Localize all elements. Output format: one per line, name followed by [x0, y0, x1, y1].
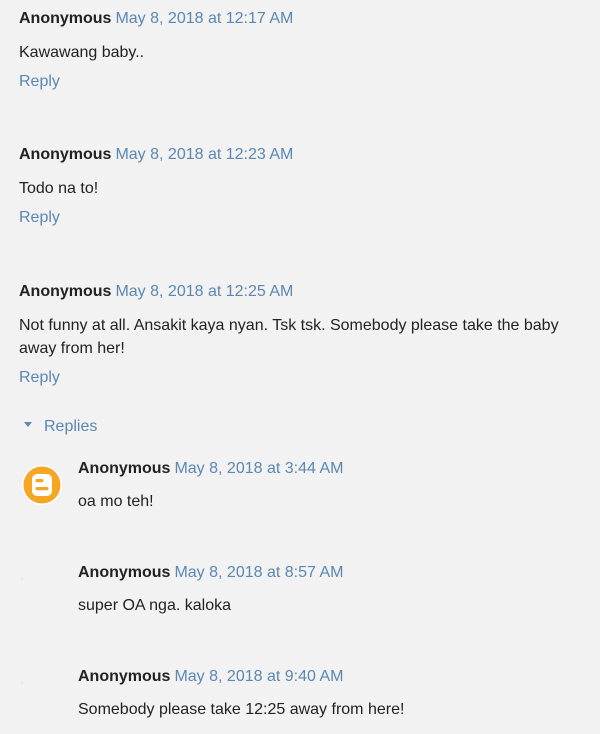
comment-text: Todo na to!: [19, 180, 99, 197]
comment-date-link[interactable]: May 8, 2018 at 12:17 AM: [115, 10, 293, 27]
comment-author[interactable]: Anonymous: [78, 460, 170, 477]
comment-author[interactable]: Anonymous: [78, 668, 170, 685]
caret-down-icon: [24, 422, 32, 428]
comment-date-link[interactable]: May 8, 2018 at 8:57 AM: [174, 564, 343, 581]
avatar-placeholder: [21, 682, 23, 684]
comment-text: oa mo teh!: [78, 493, 154, 510]
comment-header: Anonymous May 8, 2018 at 12:17 AM: [19, 7, 594, 31]
replies-toggle-label: Replies: [44, 418, 98, 435]
comment-text: Not funny at all. Ansakit kaya nyan. Tsk…: [19, 317, 559, 357]
reply-comment: Anonymous May 8, 2018 at 9:40 AM Somebody…: [78, 665, 588, 721]
reply-comment: Anonymous May 8, 2018 at 8:57 AM super OA…: [78, 561, 588, 617]
comment-text: super OA nga. kaloka: [78, 597, 231, 614]
comment-author[interactable]: Anonymous: [19, 10, 111, 27]
comment-header: Anonymous May 8, 2018 at 12:23 AM: [19, 143, 594, 167]
comment-date-link[interactable]: May 8, 2018 at 9:40 AM: [174, 668, 343, 685]
comment: Anonymous May 8, 2018 at 12:23 AM Todo na…: [19, 143, 594, 230]
reply-comment: Anonymous May 8, 2018 at 3:44 AM oa mo te…: [78, 457, 588, 513]
comment-date-link[interactable]: May 8, 2018 at 12:23 AM: [115, 146, 293, 163]
avatar-placeholder: [21, 578, 23, 580]
comment-text: Somebody please take 12:25 away from her…: [78, 701, 405, 718]
blogger-icon[interactable]: [21, 464, 63, 506]
comment-header: Anonymous May 8, 2018 at 12:25 AM: [19, 280, 594, 304]
comment-text: Kawawang baby..: [19, 44, 145, 61]
replies-toggle[interactable]: Replies: [24, 415, 97, 439]
reply-button[interactable]: Reply: [19, 70, 594, 94]
comment-header: Anonymous May 8, 2018 at 9:40 AM: [78, 665, 588, 689]
comment-author[interactable]: Anonymous: [78, 564, 170, 581]
comment-header: Anonymous May 8, 2018 at 8:57 AM: [78, 561, 588, 585]
comment-date-link[interactable]: May 8, 2018 at 3:44 AM: [174, 460, 343, 477]
comment: Anonymous May 8, 2018 at 12:17 AM Kawawan…: [19, 7, 594, 94]
comment-author[interactable]: Anonymous: [19, 146, 111, 163]
comment: Anonymous May 8, 2018 at 12:25 AM Not fun…: [19, 280, 594, 390]
reply-button[interactable]: Reply: [19, 366, 594, 390]
comment-header: Anonymous May 8, 2018 at 3:44 AM: [78, 457, 588, 481]
comment-author[interactable]: Anonymous: [19, 283, 111, 300]
reply-button[interactable]: Reply: [19, 206, 594, 230]
comment-date-link[interactable]: May 8, 2018 at 12:25 AM: [115, 283, 293, 300]
